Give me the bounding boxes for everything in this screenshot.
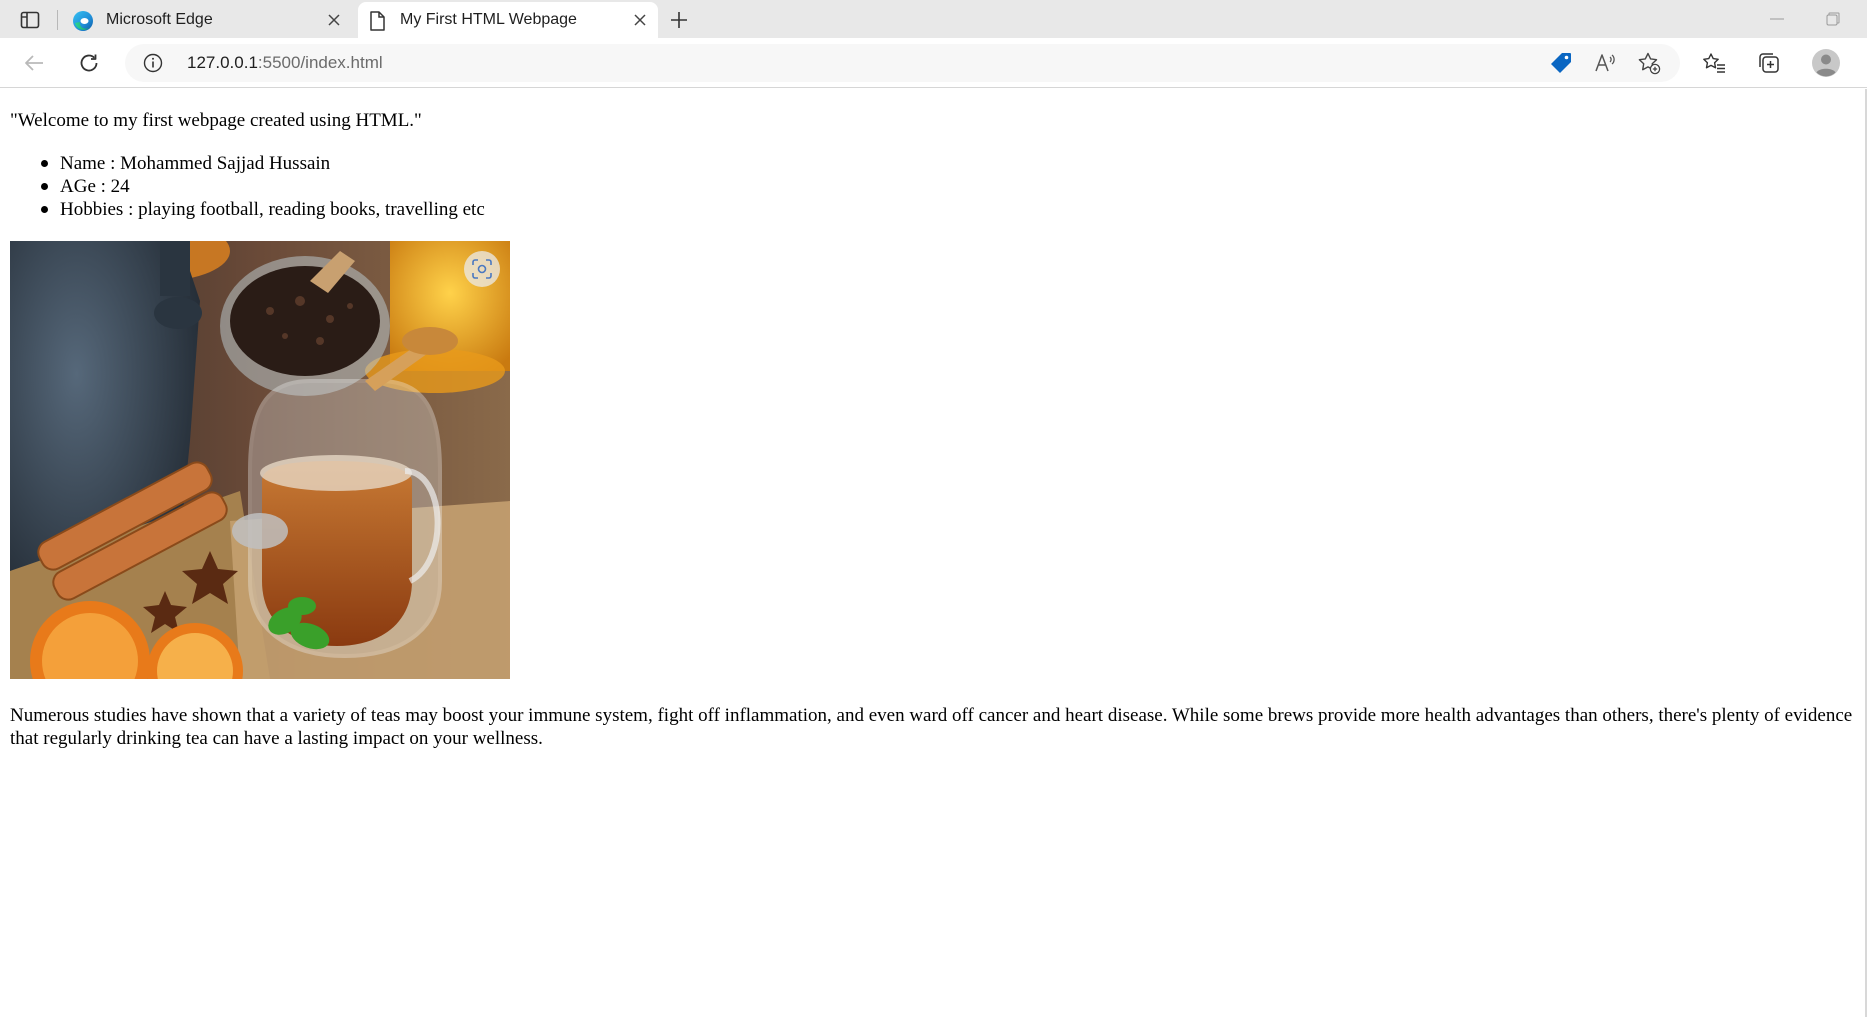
tab-title: Microsoft Edge bbox=[106, 11, 213, 28]
back-arrow-icon bbox=[25, 55, 43, 71]
visual-search-button[interactable] bbox=[464, 251, 500, 287]
minimize-button[interactable] bbox=[1754, 4, 1800, 34]
read-aloud-icon bbox=[1595, 54, 1615, 72]
list-item-name: Name : Mohammed Sajjad Hussain bbox=[10, 152, 485, 175]
refresh-icon bbox=[80, 54, 98, 72]
personal-info-list: Name : Mohammed Sajjad Hussain AGe : 24 … bbox=[10, 152, 485, 221]
tab-title: My First HTML Webpage bbox=[400, 11, 577, 28]
back-button[interactable] bbox=[16, 45, 52, 81]
favorites-icon bbox=[1703, 53, 1725, 73]
restore-icon bbox=[1826, 12, 1840, 26]
price-tag-icon bbox=[1551, 53, 1571, 73]
web-page-content: "Welcome to my first webpage created usi… bbox=[0, 89, 1867, 1017]
tab-close-button[interactable] bbox=[324, 10, 344, 30]
minimize-icon bbox=[1770, 18, 1784, 20]
list-item-hobbies: Hobbies : playing football, reading book… bbox=[10, 198, 485, 221]
tab-actions-icon bbox=[20, 11, 40, 29]
tab-actions-button[interactable] bbox=[14, 6, 46, 34]
tab-separator bbox=[57, 10, 58, 30]
visual-search-icon bbox=[472, 259, 492, 279]
read-aloud-button[interactable] bbox=[1591, 50, 1619, 76]
list-item-age: AGe : 24 bbox=[10, 175, 485, 198]
favorites-button[interactable] bbox=[1696, 45, 1732, 81]
browser-toolbar: 127.0.0.1:5500/index.html bbox=[0, 38, 1867, 88]
tab-close-button[interactable] bbox=[630, 10, 650, 30]
page-icon bbox=[370, 11, 385, 31]
profile-button[interactable] bbox=[1808, 45, 1844, 81]
tea-photo-illustration bbox=[10, 241, 510, 679]
shopping-tag-button[interactable] bbox=[1547, 50, 1575, 76]
tea-benefits-paragraph: Numerous studies have shown that a varie… bbox=[10, 705, 1853, 749]
tea-photo[interactable] bbox=[10, 241, 510, 679]
url-text[interactable]: 127.0.0.1:5500/index.html bbox=[187, 53, 383, 73]
address-bar[interactable]: 127.0.0.1:5500/index.html bbox=[125, 44, 1680, 82]
collections-icon bbox=[1759, 53, 1779, 73]
add-favorite-button[interactable] bbox=[1635, 50, 1663, 76]
url-path: :5500/index.html bbox=[257, 53, 383, 72]
tab-microsoft-edge[interactable]: Microsoft Edge bbox=[64, 2, 352, 38]
collections-button[interactable] bbox=[1751, 45, 1787, 81]
new-tab-button[interactable] bbox=[664, 6, 694, 34]
close-icon bbox=[634, 14, 646, 26]
url-host: 127.0.0.1 bbox=[187, 53, 258, 72]
site-info-icon[interactable] bbox=[143, 53, 163, 73]
star-add-icon bbox=[1638, 52, 1661, 75]
close-icon bbox=[328, 14, 340, 26]
tab-my-first-html-webpage[interactable]: My First HTML Webpage bbox=[358, 2, 658, 38]
plus-icon bbox=[671, 12, 687, 28]
tab-strip: Microsoft Edge My First HTML Webpage bbox=[0, 0, 1867, 38]
refresh-button[interactable] bbox=[71, 45, 107, 81]
avatar-icon bbox=[1812, 49, 1840, 77]
welcome-text: "Welcome to my first webpage created usi… bbox=[10, 110, 422, 131]
restore-button[interactable] bbox=[1810, 4, 1856, 34]
edge-logo-icon bbox=[73, 11, 93, 31]
